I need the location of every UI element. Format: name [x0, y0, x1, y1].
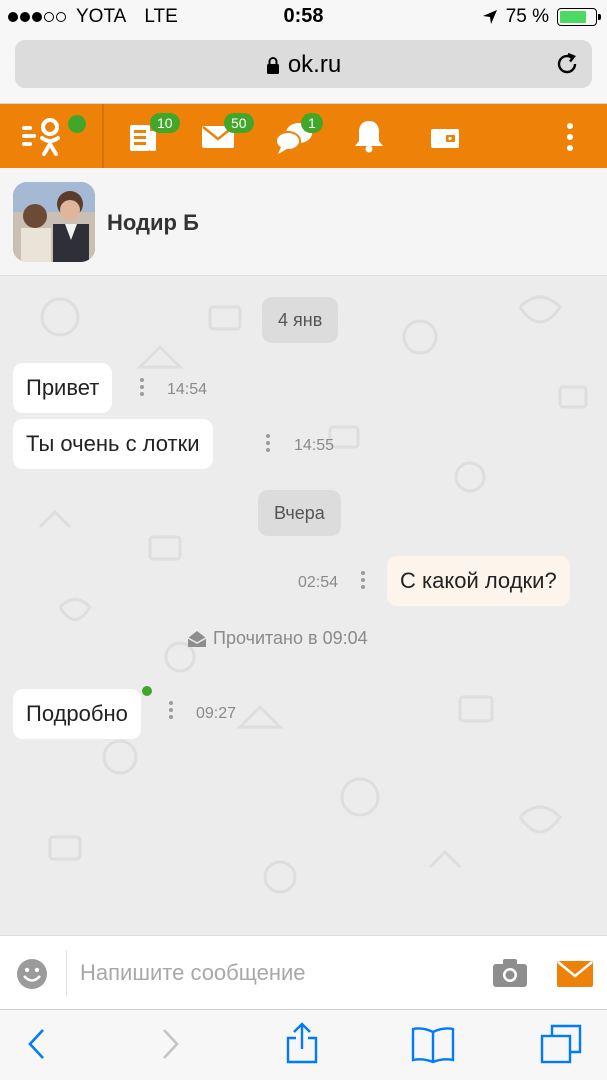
unread-indicator-dot — [142, 686, 152, 696]
ok-logo-icon[interactable] — [18, 116, 68, 158]
message-bubble[interactable]: Ты очень с лотки — [13, 419, 213, 469]
composer-divider — [66, 950, 67, 996]
message-menu-icon[interactable] — [266, 434, 270, 454]
bookmarks-icon[interactable] — [411, 1026, 455, 1064]
read-receipt: Прочитано в 09:04 — [187, 628, 368, 649]
forward-icon[interactable] — [160, 1026, 182, 1062]
message-input[interactable] — [80, 954, 460, 992]
battery-percent: 75 % — [505, 6, 549, 27]
message-menu-icon[interactable] — [140, 378, 144, 398]
status-bar: YOTA LTE 0:58 75 % — [0, 0, 607, 34]
read-envelope-icon — [187, 630, 207, 647]
status-right: 75 % — [482, 6, 601, 28]
read-status-text: Прочитано в 09:04 — [213, 628, 368, 648]
date-separator: 4 янв — [262, 297, 339, 343]
message-time: 14:54 — [167, 381, 208, 398]
emoji-icon[interactable] — [16, 958, 48, 990]
message-composer — [0, 935, 607, 1009]
location-arrow-icon — [482, 10, 497, 24]
wallet-icon[interactable] — [430, 126, 460, 150]
battery-icon — [557, 8, 601, 26]
chat-messages-area[interactable]: 4 янв Привет 14:54 Ты очень с лотки 14:5… — [0, 277, 607, 935]
camera-icon[interactable] — [492, 958, 528, 988]
reload-icon[interactable] — [554, 51, 580, 77]
message-menu-icon[interactable] — [361, 571, 365, 591]
date-separator: Вчера — [258, 490, 341, 536]
peer-name[interactable]: Нодир Б — [107, 210, 199, 236]
browser-toolbar — [0, 1009, 607, 1080]
avatar-photo — [13, 182, 95, 262]
message-time: 02:54 — [298, 574, 339, 591]
message-bubble[interactable]: Привет — [13, 363, 113, 413]
nav-divider — [102, 104, 104, 168]
message-time: 09:27 — [196, 705, 237, 722]
feed-badge: 10 — [150, 113, 180, 133]
url-display[interactable]: ok.ru — [15, 51, 592, 79]
message-bubble-outgoing[interactable]: С какой лодки? — [387, 556, 570, 606]
more-menu-icon[interactable] — [566, 122, 574, 152]
send-icon[interactable] — [556, 960, 594, 988]
url-text: ok.ru — [287, 51, 342, 78]
site-nav-bar: 10 50 1 — [0, 104, 607, 168]
chat-header: Нодир Б — [0, 168, 607, 276]
browser-address-area: ok.ru — [0, 34, 607, 104]
address-bar[interactable]: ok.ru — [15, 40, 592, 88]
message-menu-icon[interactable] — [169, 701, 173, 721]
online-status-dot — [68, 115, 86, 133]
discussions-badge: 1 — [301, 113, 323, 133]
message-bubble[interactable]: Подробно — [13, 689, 141, 739]
back-icon[interactable] — [25, 1026, 47, 1062]
lock-icon — [266, 56, 279, 74]
share-icon[interactable] — [285, 1022, 319, 1064]
message-time: 14:55 — [294, 437, 335, 454]
bell-icon[interactable] — [353, 118, 385, 154]
messages-badge: 50 — [224, 113, 254, 133]
tabs-icon[interactable] — [540, 1024, 582, 1064]
avatar[interactable] — [13, 182, 95, 262]
